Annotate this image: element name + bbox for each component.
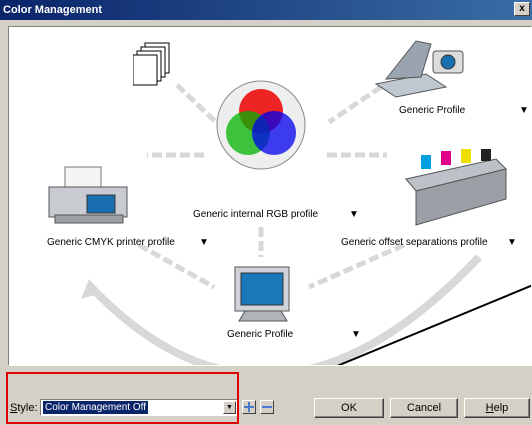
printer-icon[interactable] — [47, 165, 131, 227]
ok-button[interactable]: OK — [314, 398, 384, 418]
scanner-profile-label: Generic Profile — [399, 105, 466, 116]
monitor-profile-dropdown[interactable]: ▼ — [351, 329, 361, 340]
dialog-title: Color Management — [3, 4, 103, 16]
rgb-color-wheel-icon[interactable] — [215, 79, 307, 171]
remove-style-button[interactable] — [260, 400, 274, 414]
scanner-camera-icon[interactable] — [371, 39, 471, 99]
plus-icon — [244, 402, 254, 412]
close-button[interactable]: x — [514, 2, 530, 16]
cmyk-profile-label: Generic CMYK printer profile — [47, 237, 175, 248]
scanner-profile-dropdown[interactable]: ▼ — [519, 105, 529, 116]
add-style-button[interactable] — [242, 400, 256, 414]
rgb-profile-dropdown[interactable]: ▼ — [349, 209, 359, 220]
minus-icon — [262, 406, 272, 408]
title-bar: Color Management x — [0, 0, 532, 20]
annotation-highlight-box — [6, 372, 239, 424]
offset-profile-dropdown[interactable]: ▼ — [507, 237, 517, 248]
rgb-profile-label: Generic internal RGB profile — [193, 209, 319, 220]
offset-profile-label: Generic offset separations profile — [341, 237, 488, 248]
help-button[interactable]: Help — [464, 398, 530, 418]
color-workflow-diagram: Generic Profile ▼ Generic internal RGB p… — [8, 26, 532, 366]
monitor-icon[interactable] — [231, 265, 295, 323]
offset-press-icon[interactable] — [401, 149, 511, 227]
documents-icon — [133, 42, 170, 86]
cancel-button[interactable]: Cancel — [390, 398, 458, 418]
help-label: elp — [493, 402, 509, 414]
color-management-dialog: Color Management x Generic Profile ▼ Gen… — [0, 0, 532, 425]
help-mnemonic: H — [485, 402, 494, 414]
cmyk-profile-dropdown[interactable]: ▼ — [199, 237, 209, 248]
monitor-profile-label: Generic Profile — [227, 329, 294, 340]
